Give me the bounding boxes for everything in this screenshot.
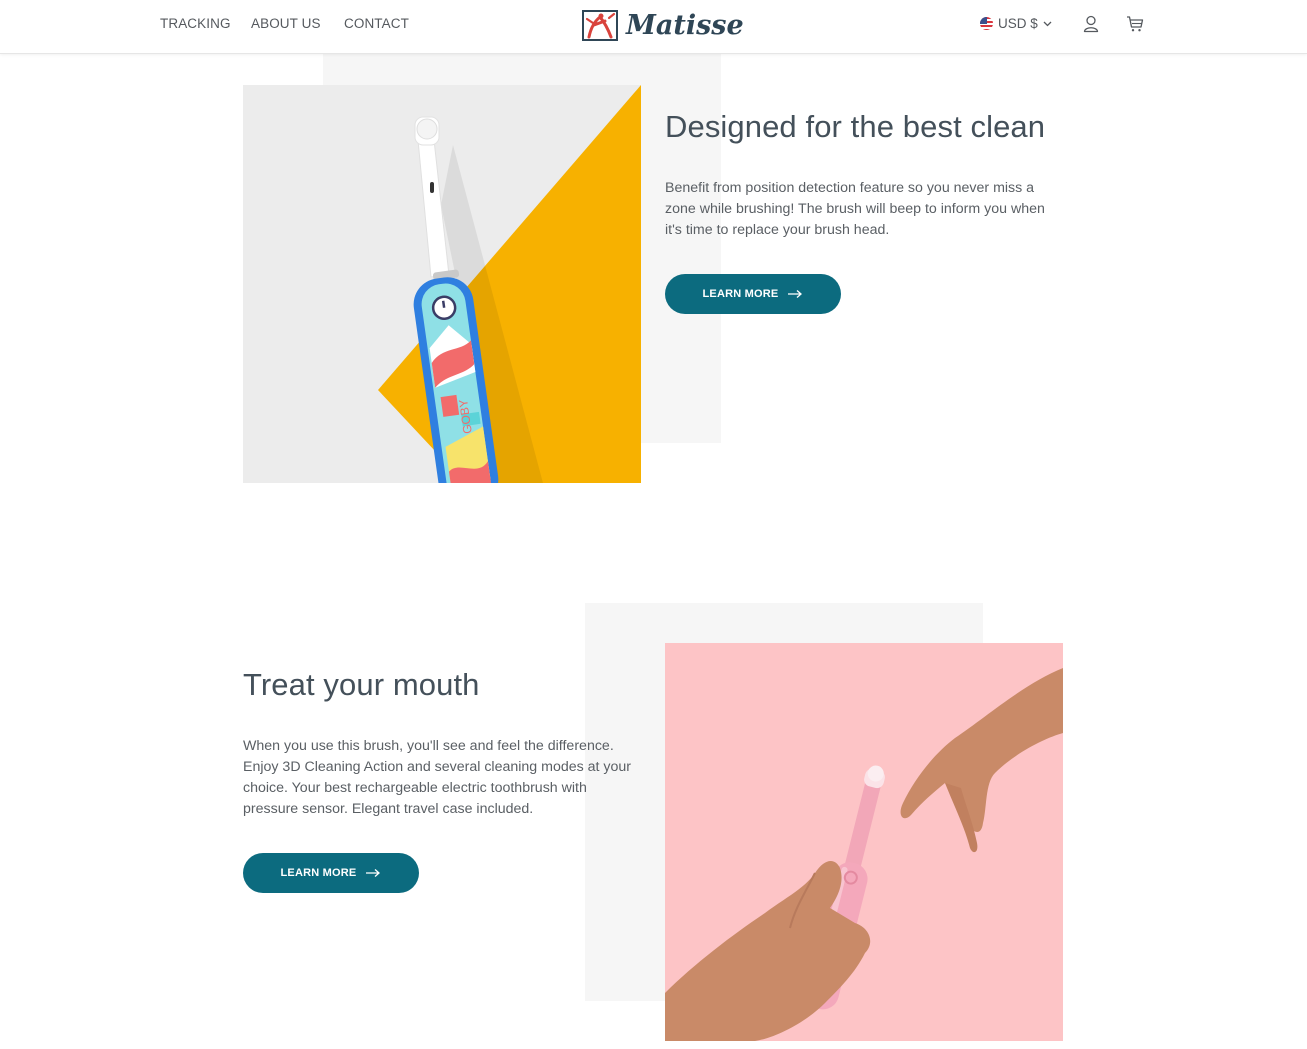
toothbrush-illustration: GOBY [243,85,641,483]
nav-link-contact[interactable]: CONTACT [344,16,409,31]
arrow-right-icon [788,290,803,298]
section2-learn-more-label: LEARN MORE [280,867,357,879]
currency-label: USD $ [998,16,1038,31]
section2-body: When you use this brush, you'll see and … [243,738,632,817]
section2-title: Treat your mouth [243,667,480,702]
toothbrush-yellow-image: GOBY [243,85,641,483]
section2-learn-more-button[interactable]: LEARN MORE [243,853,419,893]
chevron-down-icon [1043,21,1052,26]
logo-mark-icon [582,10,618,41]
site-header: TRACKING ABOUT US CONTACT Matisse USD $ [0,0,1307,54]
brand-name: Matisse [626,10,744,41]
toothbrush-hands-image [665,643,1063,1041]
flag-us-icon [980,17,993,30]
nav-link-about-us[interactable]: ABOUT US [251,16,321,31]
section1-title: Designed for the best clean [665,109,1046,144]
hands-illustration [665,643,1063,1041]
section1-body: Benefit from position detection feature … [665,180,1045,238]
arrow-right-icon [366,869,381,877]
currency-selector[interactable]: USD $ [980,16,1052,31]
section1-learn-more-button[interactable]: LEARN MORE [665,274,841,314]
nav-link-tracking[interactable]: TRACKING [160,16,231,31]
user-icon[interactable] [1081,14,1101,34]
cart-icon[interactable] [1125,14,1145,34]
section1-learn-more-label: LEARN MORE [702,288,779,300]
